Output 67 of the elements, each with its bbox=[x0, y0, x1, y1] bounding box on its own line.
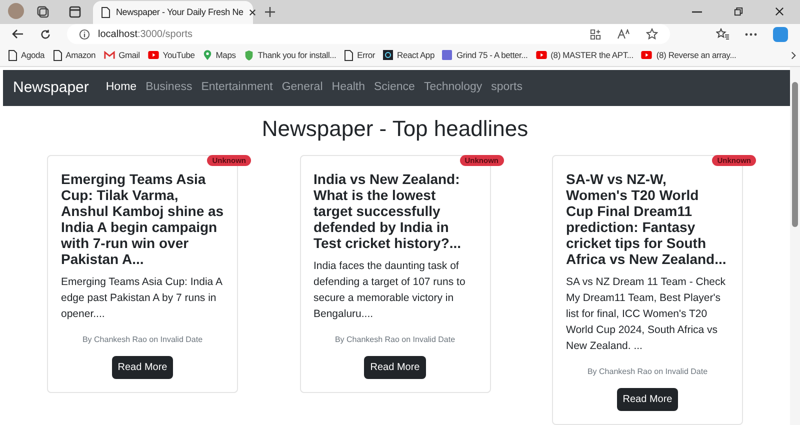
play-icon bbox=[641, 51, 652, 60]
sidebar-icon[interactable] bbox=[69, 6, 81, 18]
info-icon[interactable] bbox=[79, 28, 90, 40]
article-description: SA vs NZ Dream 11 Team - Check My Dream11 Team, Best Player's list for final, ICC Women's T20 World Cup 2024, South Africa vs New Zealand. ... bbox=[566, 275, 726, 354]
back-icon[interactable] bbox=[12, 29, 24, 40]
play-icon bbox=[148, 51, 159, 60]
nav-link[interactable]: Entertainment bbox=[201, 79, 273, 97]
article-description: India faces the daunting task of defending a target of 107 runs to secure a memorable victory in Bengaluru.... bbox=[314, 259, 466, 322]
nav-link[interactable]: Health bbox=[332, 79, 366, 97]
bookmark-link[interactable]: Gmail bbox=[118, 49, 140, 62]
bookmark-link[interactable]: (8) MASTER the APT... bbox=[550, 49, 634, 62]
nav-link[interactable]: Business bbox=[146, 79, 192, 97]
page-heading: Newspaper - Top headlines bbox=[260, 115, 530, 143]
address-bar[interactable]: localhost:3000/sports bbox=[67, 24, 670, 44]
app-icon bbox=[442, 50, 452, 60]
read-aloud-icon[interactable] bbox=[617, 29, 630, 40]
minimize-icon[interactable] bbox=[692, 10, 702, 13]
article-title: SA-W vs NZ-W, Women's T20 World Cup Final Dream11 prediction: Fantasy cricket tips for South Africa vs New Zealand... bbox=[566, 171, 728, 267]
refresh-icon[interactable] bbox=[40, 28, 51, 40]
bookmark-link[interactable]: Maps bbox=[216, 49, 236, 62]
nav-link[interactable]: General bbox=[282, 79, 323, 97]
bookmark-link[interactable]: Error bbox=[357, 49, 376, 62]
tab-title: Newspaper - Your Daily Fresh Ne bbox=[116, 6, 244, 19]
nav-link[interactable]: Science bbox=[374, 79, 415, 97]
copilot-icon[interactable] bbox=[773, 26, 788, 42]
nav-link[interactable]: Home bbox=[106, 79, 137, 97]
scrollbar[interactable] bbox=[790, 67, 800, 425]
app-icon bbox=[383, 50, 394, 60]
tabs-icon[interactable] bbox=[36, 4, 49, 18]
article-title: India vs New Zealand: What is the lowest target successfully defended by India in Test cricket history?... bbox=[314, 171, 462, 251]
new-tab-icon[interactable] bbox=[265, 6, 275, 17]
page-icon bbox=[8, 50, 17, 61]
chevron-right-icon[interactable] bbox=[791, 50, 796, 60]
article-byline: By Chankesh Rao on Invalid Date bbox=[586, 366, 709, 378]
bookmark-link[interactable]: React App bbox=[397, 49, 434, 62]
bookmark-link[interactable]: YouTube bbox=[162, 49, 195, 62]
bookmark-link[interactable]: Grind 75 - A better... bbox=[456, 49, 528, 62]
article-title: Emerging Teams Asia Cup: Tilak Varma, Anshul Kamboj shine as India A begin campaign with 7-run win over Pakistan A... bbox=[61, 171, 224, 267]
play-icon bbox=[536, 51, 547, 60]
read-more-button[interactable]: Read More bbox=[112, 356, 174, 379]
more-icon[interactable] bbox=[745, 32, 757, 36]
bookmark-link[interactable]: Thank you for install... bbox=[258, 49, 336, 62]
bookmark-link[interactable]: Agoda bbox=[21, 49, 45, 62]
close-window-icon[interactable] bbox=[775, 6, 784, 16]
read-more-button[interactable]: Read More bbox=[364, 356, 426, 379]
mail-icon bbox=[104, 50, 115, 60]
nav-link[interactable]: Technology bbox=[424, 79, 482, 97]
close-tab-icon[interactable] bbox=[249, 8, 256, 16]
page-icon bbox=[344, 50, 354, 61]
article-byline: By Chankesh Rao on Invalid Date bbox=[334, 334, 456, 346]
navbar-brand[interactable]: Newspaper bbox=[13, 76, 89, 100]
apps-icon[interactable] bbox=[590, 28, 601, 40]
page-icon bbox=[101, 6, 110, 18]
read-more-button[interactable]: Read More bbox=[616, 388, 678, 411]
favorites-icon[interactable] bbox=[716, 28, 729, 40]
nav-link[interactable]: sports bbox=[491, 79, 522, 97]
bookmark-link[interactable]: (8) Reverse an array... bbox=[656, 49, 736, 62]
browser-tab[interactable]: Newspaper - Your Daily Fresh Ne bbox=[93, 0, 253, 24]
page-icon bbox=[52, 50, 62, 61]
star-icon[interactable] bbox=[646, 28, 658, 40]
map-pin-icon bbox=[202, 50, 212, 61]
article-byline: By Chankesh Rao on Invalid Date bbox=[81, 334, 204, 346]
url-text: localhost:3000/sports bbox=[98, 28, 193, 42]
bookmark-link[interactable]: Amazon bbox=[66, 49, 96, 62]
shield-icon bbox=[244, 50, 254, 61]
article-description: Emerging Teams Asia Cup: India A edge past Pakistan A by 7 runs in opener.... bbox=[61, 275, 224, 322]
restore-icon[interactable] bbox=[734, 6, 743, 16]
